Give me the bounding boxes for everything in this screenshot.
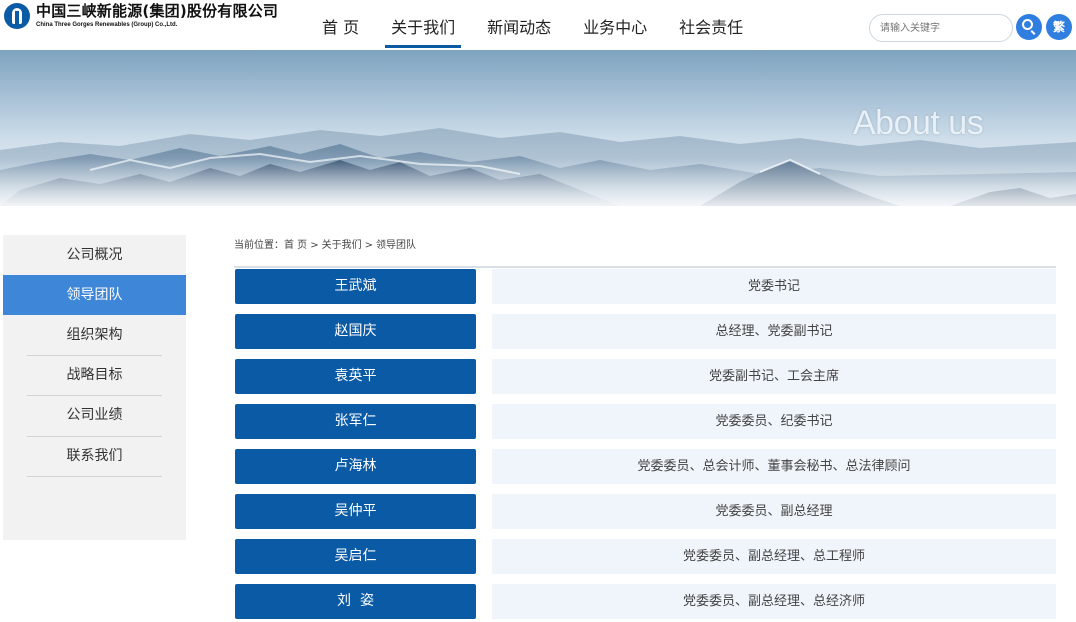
breadcrumb-prefix: 当前位置： [234,240,284,251]
breadcrumb-link-home[interactable]: 首 页 [284,240,307,251]
sidebar-item-leadership[interactable]: 领导团队 [3,275,186,315]
leader-title: 党委委员、副总经理、总工程师 [492,539,1056,574]
sidebar-item-contact[interactable]: 联系我们 [3,436,186,476]
leader-row: 吴启仁 党委委员、副总经理、总工程师 [235,539,1056,574]
traditional-chinese-button[interactable]: 繁 [1046,14,1072,40]
about-banner: About us [0,50,1076,206]
search-button[interactable] [1016,14,1042,40]
sidebar-item-strategy[interactable]: 战略目标 [3,355,186,395]
company-logo[interactable]: 中国三峡新能源(集团)股份有限公司 China Three Gorges Ren… [4,3,278,29]
leader-name[interactable]: 袁英平 [235,359,476,394]
breadcrumb: 当前位置：首 页 > 关于我们 > 领导团队 [234,236,416,251]
leader-row: 王武斌 党委书记 [235,269,1056,304]
leader-title: 党委书记 [492,269,1056,304]
leader-title: 总经理、党委副书记 [492,314,1056,349]
leader-title: 党委委员、纪委书记 [492,404,1056,439]
breadcrumb-link-about[interactable]: 关于我们 [322,240,362,251]
leader-title: 党委委员、副总经理 [492,494,1056,529]
leader-name[interactable]: 吴仲平 [235,494,476,529]
breadcrumb-divider [234,266,1056,268]
breadcrumb-current: 领导团队 [375,240,416,251]
leader-row: 吴仲平 党委委员、副总经理 [235,494,1056,529]
banner-title: About us [853,104,984,142]
leader-row: 袁英平 党委副书记、工会主席 [235,359,1056,394]
search-box [869,14,1013,42]
logo-chinese-name: 中国三峡新能源(集团)股份有限公司 [36,2,279,20]
nav-item-business[interactable]: 业务中心 [583,0,647,50]
logo-text: 中国三峡新能源(集团)股份有限公司 China Three Gorges Ren… [36,3,278,29]
leader-title: 党委副书记、工会主席 [492,359,1056,394]
sidebar-item-performance[interactable]: 公司业绩 [3,395,186,435]
leader-name[interactable]: 赵国庆 [235,314,476,349]
leader-name[interactable]: 张军仁 [235,404,476,439]
search-icon [1022,19,1033,30]
breadcrumb-separator: > [364,240,373,251]
search-input[interactable] [880,15,1000,41]
nav-item-responsibility[interactable]: 社会责任 [679,0,743,50]
leader-name[interactable]: 吴启仁 [235,539,476,574]
sidebar: 公司概况 领导团队 组织架构 战略目标 公司业绩 联系我们 [3,235,186,540]
nav-item-news[interactable]: 新闻动态 [487,0,551,50]
nav-item-home[interactable]: 首 页 [306,0,375,50]
leader-row: 卢海林 党委委员、总会计师、董事会秘书、总法律顾问 [235,449,1056,484]
logo-english-name: China Three Gorges Renewables (Group) Co… [36,22,178,28]
leader-name[interactable]: 卢海林 [235,449,476,484]
breadcrumb-separator: > [310,240,319,251]
sidebar-item-company-overview[interactable]: 公司概况 [3,235,186,275]
leader-title: 党委委员、副总经理、总经济师 [492,584,1056,619]
leader-name[interactable]: 王武斌 [235,269,476,304]
leader-row: 张军仁 党委委员、纪委书记 [235,404,1056,439]
sidebar-divider [27,476,162,477]
main-nav: 首 页 关于我们 新闻动态 业务中心 社会责任 [306,0,775,50]
site-header: 中国三峡新能源(集团)股份有限公司 China Three Gorges Ren… [0,0,1076,50]
leader-name[interactable]: 刘 姿 [235,584,476,619]
nav-item-about[interactable]: 关于我们 [385,0,462,50]
leader-row: 刘 姿 党委委员、副总经理、总经济师 [235,584,1056,619]
leader-title: 党委委员、总会计师、董事会秘书、总法律顾问 [492,449,1056,484]
sidebar-item-organization[interactable]: 组织架构 [3,315,186,355]
leader-row: 赵国庆 总经理、党委副书记 [235,314,1056,349]
logo-icon [4,3,30,29]
